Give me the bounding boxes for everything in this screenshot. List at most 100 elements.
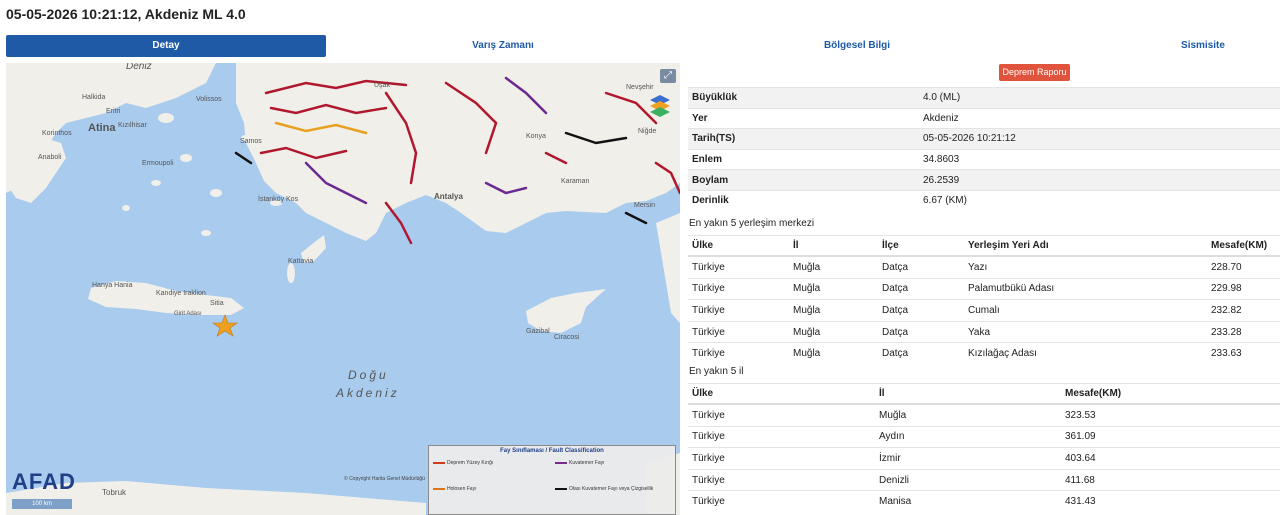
table-row: Boylam 26.2539 bbox=[688, 169, 1280, 191]
svg-text:Eritri: Eritri bbox=[106, 108, 121, 115]
sea-label-2: Akdeniz bbox=[335, 386, 400, 400]
map-copyright: © Copyright Harita Genel Müdürlüğü bbox=[344, 476, 425, 482]
detail-key: Enlem bbox=[688, 148, 919, 170]
table-cell: Aydın bbox=[875, 425, 1061, 448]
table-cell: Datça bbox=[878, 277, 964, 300]
table-cell: Muğla bbox=[789, 255, 878, 279]
table-cell: 411.68 bbox=[1061, 468, 1280, 491]
table-row: Büyüklük 4.0 (ML) bbox=[688, 87, 1280, 109]
detail-value: 6.67 (KM) bbox=[919, 189, 1280, 211]
settlements-title: En yakın 5 yerleşim merkezi bbox=[689, 218, 815, 229]
detail-key: Yer bbox=[688, 107, 919, 129]
tab-bolgesel-bilgi[interactable]: Bölgesel Bilgi bbox=[760, 35, 954, 57]
svg-text:Tobruk: Tobruk bbox=[102, 488, 127, 497]
table-cell: Türkiye bbox=[688, 447, 875, 470]
table-cell: Muğla bbox=[789, 320, 878, 343]
legend-item: Holosen Fayı bbox=[433, 486, 545, 492]
detail-key: Büyüklük bbox=[688, 87, 919, 109]
table-cell: Türkiye bbox=[688, 425, 875, 448]
page-title: 05-05-2026 10:21:12, Akdeniz ML 4.0 bbox=[6, 6, 246, 22]
table-row: Türkiye İzmir 403.64 bbox=[688, 447, 1280, 470]
svg-text:Niğde: Niğde bbox=[638, 128, 656, 135]
table-row: Türkiye Muğla Datça Cumalı 232.82 bbox=[688, 299, 1280, 322]
layers-icon[interactable] bbox=[648, 93, 672, 119]
table-cell: Türkiye bbox=[688, 468, 875, 491]
table-row: Türkiye Muğla 323.53 bbox=[688, 403, 1280, 427]
legend-item: Olası Kuvaterner Fayı veya Çizgisellik bbox=[555, 486, 667, 492]
svg-text:Karaman: Karaman bbox=[561, 178, 590, 185]
detail-value: 26.2539 bbox=[919, 169, 1280, 191]
table-cell: Denizli bbox=[875, 468, 1061, 491]
table-header-row: Ülke İl İlçe Yerleşim Yeri Adı Mesafe(KM… bbox=[688, 235, 1280, 257]
column-header: Yerleşim Yeri Adı bbox=[964, 235, 1207, 257]
tab-sismisite[interactable]: Sismisite bbox=[1106, 35, 1280, 57]
column-header: Mesafe(KM) bbox=[1207, 235, 1280, 257]
svg-text:Gazibal: Gazibal bbox=[526, 328, 550, 335]
provinces-title: En yakın 5 il bbox=[689, 366, 744, 377]
table-header-row: Ülke İl Mesafe(KM) bbox=[688, 383, 1280, 405]
table-cell: 229.98 bbox=[1207, 277, 1280, 300]
table-row: Türkiye Aydın 361.09 bbox=[688, 425, 1280, 448]
svg-text:Konya: Konya bbox=[526, 133, 546, 140]
table-row: Türkiye Muğla Datça Yaka 233.28 bbox=[688, 320, 1280, 343]
svg-text:İstanköy Kos: İstanköy Kos bbox=[258, 194, 299, 203]
svg-text:Anaboli: Anaboli bbox=[38, 154, 62, 161]
svg-text:Girit Adası: Girit Adası bbox=[174, 311, 202, 317]
table-cell: Türkiye bbox=[688, 299, 789, 322]
column-header: İl bbox=[789, 235, 878, 257]
table-cell: Yazı bbox=[964, 255, 1207, 279]
detail-value: 05-05-2026 10:21:12 bbox=[919, 128, 1280, 150]
svg-text:Nevşehir: Nevşehir bbox=[626, 84, 654, 91]
table-cell: Palamutbükü Adası bbox=[964, 277, 1207, 300]
tab-detay[interactable]: Detay bbox=[6, 35, 326, 57]
table-cell: Datça bbox=[878, 299, 964, 322]
table-cell: Türkiye bbox=[688, 277, 789, 300]
table-cell: Manisa bbox=[875, 490, 1061, 512]
table-cell: Muğla bbox=[789, 277, 878, 300]
svg-text:Atina: Atina bbox=[88, 122, 116, 134]
table-row: Türkiye Manisa 431.43 bbox=[688, 490, 1280, 512]
table-cell: Datça bbox=[878, 255, 964, 279]
provinces-table: Ülke İl Mesafe(KM) Türkiye Muğla 323.53 Tü… bbox=[688, 383, 1280, 512]
svg-text:Kandiye Iraklion: Kandiye Iraklion bbox=[156, 290, 206, 297]
table-cell: 431.43 bbox=[1061, 490, 1280, 512]
afad-logo: AFAD bbox=[12, 469, 76, 494]
report-button[interactable]: Deprem Raporu bbox=[999, 64, 1070, 81]
table-cell: Cumalı bbox=[964, 299, 1207, 322]
table-cell: Kızılağaç Adası bbox=[964, 342, 1207, 364]
table-cell: Türkiye bbox=[688, 342, 789, 364]
table-cell: Muğla bbox=[789, 299, 878, 322]
table-cell: Türkiye bbox=[688, 490, 875, 512]
legend-title: Fay Sınıflaması / Fault Classification bbox=[500, 448, 604, 454]
table-row: Türkiye Muğla Datça Palamutbükü Adası 229.98 bbox=[688, 277, 1280, 300]
tab-bar: Detay Varış Zamanı Bölgesel Bilgi Sismis… bbox=[6, 35, 1280, 57]
table-cell: İzmir bbox=[875, 447, 1061, 470]
table-cell: 232.82 bbox=[1207, 299, 1280, 322]
table-row: Enlem 34.8603 bbox=[688, 148, 1280, 170]
table-row: Tarih(TS) 05-05-2026 10:21:12 bbox=[688, 128, 1280, 150]
column-header: İlçe bbox=[878, 235, 964, 257]
svg-text:Antalya: Antalya bbox=[434, 192, 463, 201]
table-row: Derinlik 6.67 (KM) bbox=[688, 189, 1280, 211]
detail-key: Derinlik bbox=[688, 189, 919, 211]
tab-varis-zamani[interactable]: Varış Zamanı bbox=[406, 35, 600, 57]
svg-text:Volissos: Volissos bbox=[196, 96, 222, 103]
table-cell: Türkiye bbox=[688, 320, 789, 343]
earthquake-map[interactable]: Deniz Atina Korinthos Halkida Eritri Kız… bbox=[6, 63, 680, 515]
fault-legend: Fay Sınıflaması / Fault Classification D… bbox=[428, 445, 676, 515]
table-row: Türkiye Denizli 411.68 bbox=[688, 468, 1280, 491]
detail-value: Akdeniz bbox=[919, 107, 1280, 129]
detail-value: 4.0 (ML) bbox=[919, 87, 1280, 109]
table-cell: 323.53 bbox=[1061, 403, 1280, 427]
table-cell: Muğla bbox=[789, 342, 878, 364]
expand-icon[interactable]: ⤢ bbox=[660, 69, 676, 83]
table-row: Türkiye Muğla Datça Kızılağaç Adası 233.63 bbox=[688, 342, 1280, 364]
map-scale-bar: 100 km bbox=[12, 499, 72, 509]
table-cell: 403.64 bbox=[1061, 447, 1280, 470]
svg-text:Samos: Samos bbox=[240, 138, 262, 145]
svg-text:Deniz: Deniz bbox=[126, 63, 152, 72]
column-header: Mesafe(KM) bbox=[1061, 383, 1280, 405]
settlements-table: Ülke İl İlçe Yerleşim Yeri Adı Mesafe(KM… bbox=[688, 235, 1280, 364]
table-cell: Datça bbox=[878, 320, 964, 343]
table-cell: Muğla bbox=[875, 403, 1061, 427]
